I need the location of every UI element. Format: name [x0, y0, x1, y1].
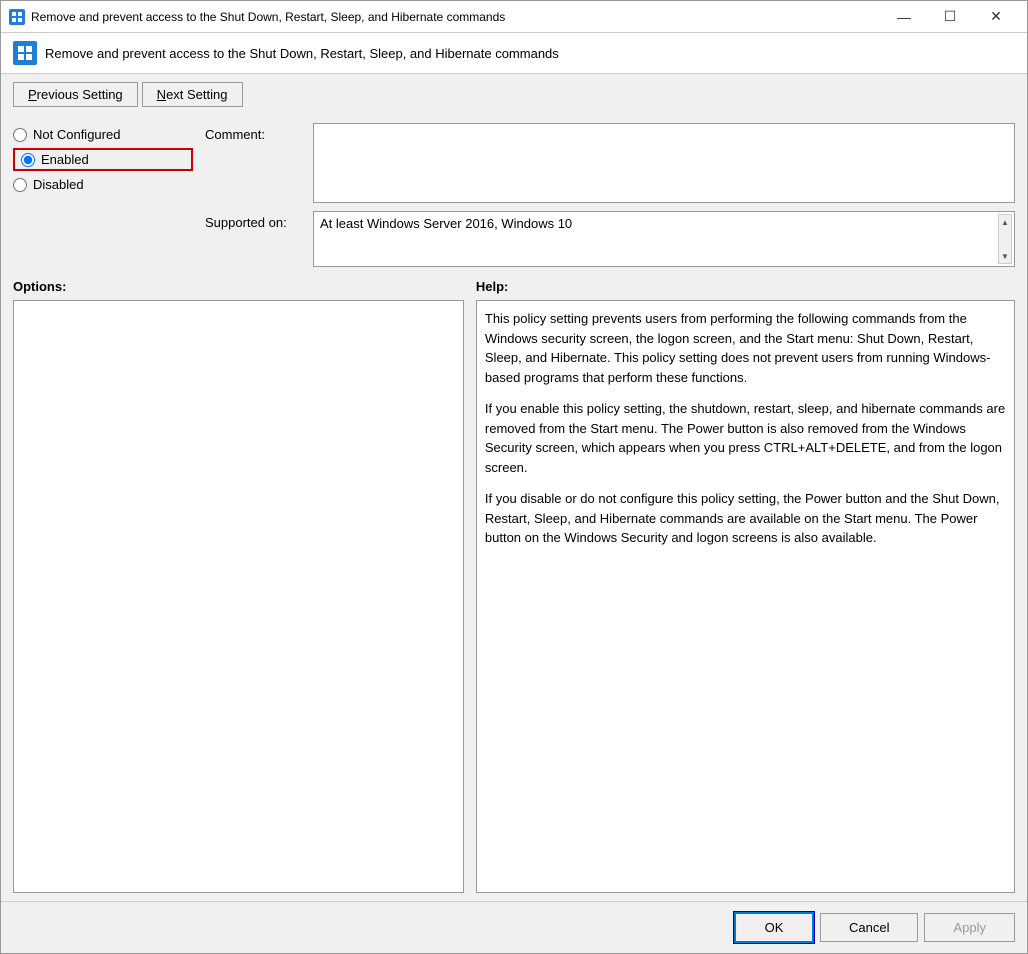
header-title: Remove and prevent access to the Shut Do…: [45, 46, 559, 61]
not-configured-label: Not Configured: [33, 127, 120, 142]
lower-section: Options: Help: This policy setting preve…: [13, 279, 1015, 893]
next-underline: N: [157, 87, 166, 102]
comment-row: Comment:: [205, 123, 1015, 203]
top-section: Not Configured Enabled Disabled: [13, 123, 1015, 267]
help-paragraph-3: If you disable or do not configure this …: [485, 489, 1006, 548]
supported-scrollbar: ▲ ▼: [998, 214, 1012, 264]
content-area: Remove and prevent access to the Shut Do…: [1, 33, 1027, 953]
title-bar-controls: — ☐ ✕: [881, 1, 1019, 33]
enabled-option[interactable]: Enabled: [21, 152, 89, 167]
enabled-box: Enabled: [13, 148, 193, 171]
disabled-label: Disabled: [33, 177, 84, 192]
policy-window: Remove and prevent access to the Shut Do…: [0, 0, 1028, 954]
scroll-track: [999, 229, 1011, 249]
cancel-button[interactable]: Cancel: [820, 913, 918, 942]
nav-section: Previous Setting Next Setting: [1, 74, 1027, 115]
disabled-option[interactable]: Disabled: [13, 177, 193, 192]
help-paragraph-1: This policy setting prevents users from …: [485, 309, 1006, 387]
close-button[interactable]: ✕: [973, 1, 1019, 33]
next-setting-button[interactable]: Next Setting: [142, 82, 243, 107]
supported-row: Supported on: At least Windows Server 20…: [205, 211, 1015, 267]
maximize-button[interactable]: ☐: [927, 1, 973, 33]
title-bar-text: Remove and prevent access to the Shut Do…: [31, 10, 881, 24]
help-paragraph-2: If you enable this policy setting, the s…: [485, 399, 1006, 477]
button-bar: OK Cancel Apply: [1, 901, 1027, 953]
help-section: Help: This policy setting prevents users…: [476, 279, 1015, 893]
right-section: Comment: Supported on: At least Windows …: [205, 123, 1015, 267]
help-label: Help:: [476, 279, 1015, 294]
radio-group: Not Configured Enabled Disabled: [13, 123, 193, 267]
comment-label: Comment:: [205, 123, 305, 142]
window-icon: [9, 9, 25, 25]
apply-button[interactable]: Apply: [924, 913, 1015, 942]
options-box: [13, 300, 464, 893]
enabled-radio[interactable]: [21, 153, 35, 167]
supported-value: At least Windows Server 2016, Windows 10: [320, 216, 572, 231]
minimize-button[interactable]: —: [881, 1, 927, 33]
help-box: This policy setting prevents users from …: [476, 300, 1015, 893]
options-section: Options:: [13, 279, 464, 893]
enabled-label: Enabled: [41, 152, 89, 167]
header-section: Remove and prevent access to the Shut Do…: [1, 33, 1027, 74]
header-icon: [13, 41, 37, 65]
title-bar: Remove and prevent access to the Shut Do…: [1, 1, 1027, 33]
scroll-down-arrow[interactable]: ▼: [999, 249, 1011, 263]
previous-setting-button[interactable]: Previous Setting: [13, 82, 138, 107]
main-body: Not Configured Enabled Disabled: [1, 115, 1027, 901]
not-configured-radio[interactable]: [13, 128, 27, 142]
supported-value-box: At least Windows Server 2016, Windows 10…: [313, 211, 1015, 267]
previous-underline: P: [28, 87, 37, 102]
disabled-radio[interactable]: [13, 178, 27, 192]
supported-label: Supported on:: [205, 211, 305, 230]
options-label: Options:: [13, 279, 464, 294]
comment-textarea[interactable]: [313, 123, 1015, 203]
not-configured-option[interactable]: Not Configured: [13, 127, 193, 142]
ok-button[interactable]: OK: [734, 912, 814, 943]
scroll-up-arrow[interactable]: ▲: [999, 215, 1011, 229]
